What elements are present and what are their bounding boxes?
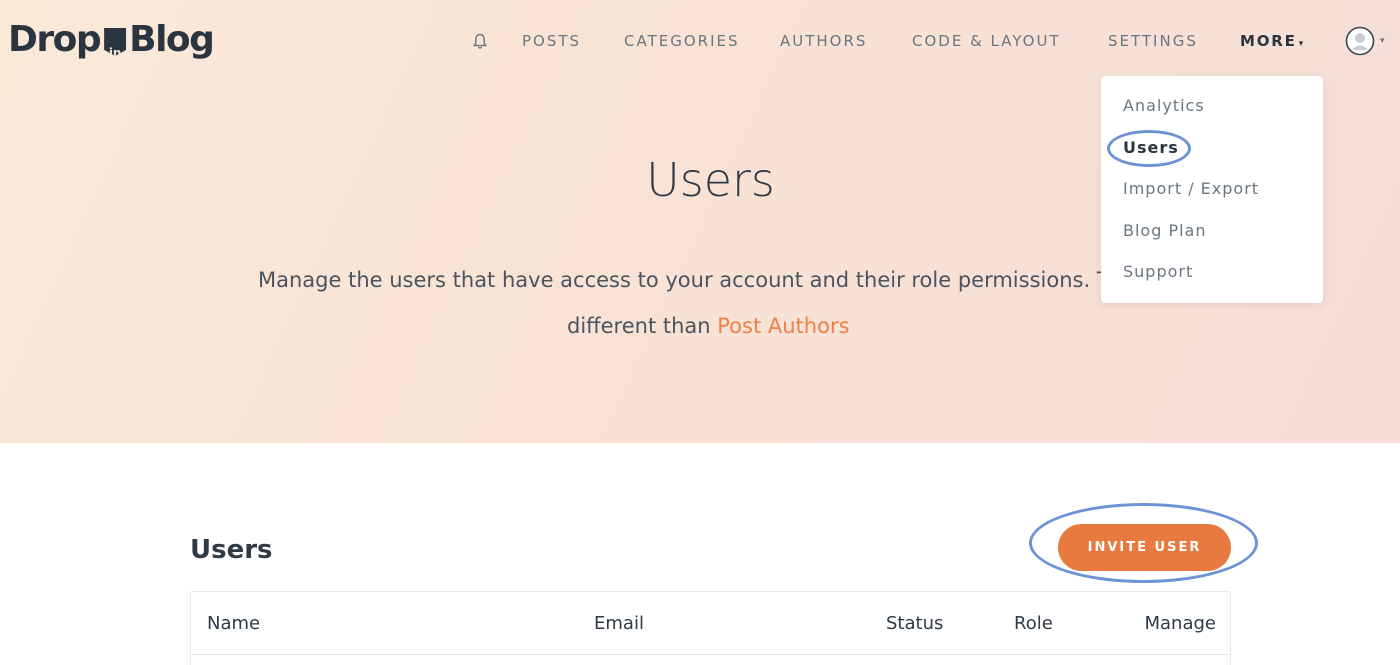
column-header-name: Name [207, 613, 261, 634]
logo-badge-icon: in [104, 28, 127, 56]
users-table: Name Email Status Role Manage [190, 591, 1231, 665]
nav-more[interactable]: MORE ▾ [1240, 30, 1303, 55]
nav-settings[interactable]: SETTINGS [1108, 30, 1198, 52]
menu-item-analytics[interactable]: Analytics [1123, 95, 1205, 117]
nav-posts[interactable]: POSTS [522, 30, 581, 52]
table-header-divider [191, 654, 1230, 655]
column-header-email: Email [594, 613, 644, 634]
hero-description-prefix: different than [567, 314, 718, 338]
post-authors-link[interactable]: Post Authors [717, 314, 849, 338]
column-header-manage: Manage [1144, 613, 1217, 634]
invite-user-button[interactable]: INVITE USER [1058, 524, 1231, 571]
logo-text-blog: Blog [129, 19, 215, 60]
hero-description-line2: different than Post Authors [567, 311, 850, 341]
nav-code-layout[interactable]: CODE & LAYOUT [912, 30, 1061, 52]
menu-item-import-export[interactable]: Import / Export [1123, 178, 1259, 200]
nav-authors[interactable]: AUTHORS [780, 30, 867, 52]
menu-item-support[interactable]: Support [1123, 261, 1193, 283]
logo-text-drop: Drop [8, 19, 102, 60]
chevron-down-icon: ▾ [1298, 39, 1304, 49]
nav-categories[interactable]: CATEGORIES [624, 30, 740, 52]
menu-item-blog-plan[interactable]: Blog Plan [1123, 220, 1207, 242]
column-header-role: Role [1014, 613, 1053, 634]
nav-more-label: MORE [1240, 32, 1297, 50]
users-highlight-ring [1107, 130, 1191, 167]
user-avatar-icon[interactable] [1345, 26, 1375, 56]
users-section-title: Users [190, 535, 273, 565]
dropinblog-logo[interactable]: Drop in Blog [8, 18, 215, 62]
avatar-chevron-icon[interactable]: ▾ [1380, 36, 1385, 46]
hero-description-line1: Manage the users that have access to you… [258, 268, 1110, 292]
column-header-status: Status [886, 613, 944, 634]
bell-icon[interactable] [471, 32, 489, 50]
more-dropdown-menu: Analytics Users Import / Export Blog Pla… [1101, 76, 1323, 303]
